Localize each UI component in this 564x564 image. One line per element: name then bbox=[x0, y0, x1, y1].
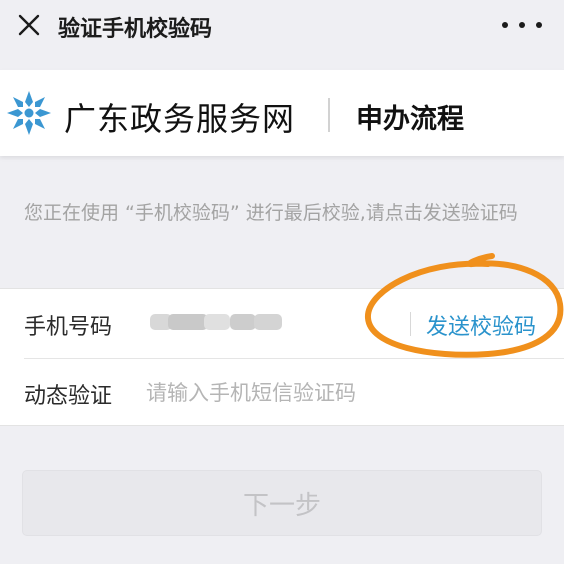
sms-code-input[interactable] bbox=[146, 378, 536, 408]
verification-form: 手机号码 发送校验码 动态验证 bbox=[0, 288, 564, 426]
more-dots-icon-dot bbox=[519, 22, 525, 28]
phone-label: 手机号码 bbox=[24, 315, 113, 340]
blur-block bbox=[204, 314, 230, 330]
brand-header: 广东政务服务网 申办流程 bbox=[0, 70, 564, 156]
code-label: 动态验证 bbox=[24, 384, 113, 409]
instruction-text: 您正在使用 “手机校验码” 进行最后校验,请点击发送验证码 bbox=[24, 202, 518, 224]
top-nav-bar: 验证手机校验码 bbox=[0, 0, 564, 50]
more-menu-button[interactable] bbox=[502, 12, 542, 38]
blur-block bbox=[168, 314, 208, 330]
brand-name: 广东政务服务网 bbox=[64, 100, 296, 138]
page-title: 验证手机校验码 bbox=[58, 17, 213, 42]
close-icon bbox=[18, 14, 40, 36]
blur-block bbox=[254, 314, 282, 330]
section-title: 申办流程 bbox=[356, 104, 464, 135]
close-button[interactable] bbox=[14, 10, 44, 40]
send-code-button[interactable]: 发送校验码 bbox=[426, 309, 536, 341]
more-dots-icon bbox=[502, 22, 508, 28]
send-code-divider bbox=[410, 312, 411, 336]
phone-number-obscured bbox=[150, 310, 282, 334]
header-divider bbox=[328, 98, 330, 132]
blur-block bbox=[230, 314, 256, 330]
more-dots-icon-dot bbox=[536, 22, 542, 28]
guangdong-gov-logo-icon bbox=[7, 91, 51, 135]
row-divider bbox=[24, 358, 564, 359]
next-step-button[interactable]: 下一步 bbox=[22, 470, 542, 536]
